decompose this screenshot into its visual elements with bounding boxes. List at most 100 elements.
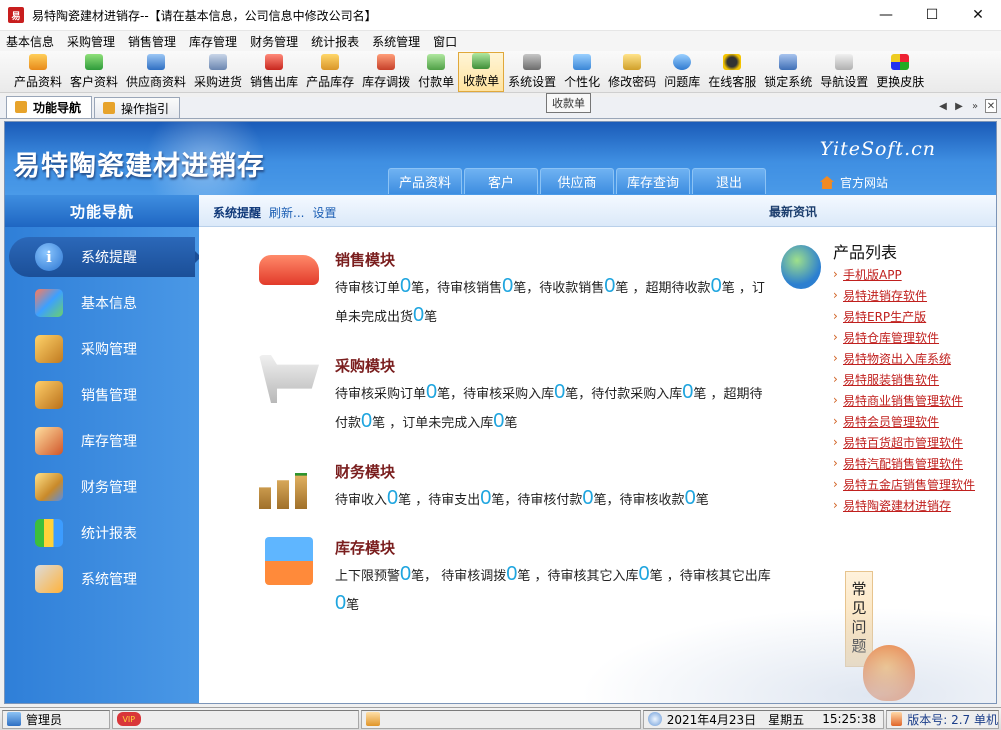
bar-chart-icon bbox=[35, 519, 63, 547]
product-link[interactable]: 易特ERP生产版 bbox=[833, 306, 975, 328]
status-vip: VIP bbox=[111, 709, 360, 729]
pending-expense-count[interactable]: 0 bbox=[480, 487, 491, 509]
inventory-module-title: 库存模块 bbox=[335, 539, 396, 557]
product-link[interactable]: 易特物资出入库系统 bbox=[833, 348, 975, 370]
pending-orders-count[interactable]: 0 bbox=[400, 275, 411, 297]
tab-scroll-right-icon[interactable]: ▶ bbox=[953, 99, 965, 113]
brand-site-name: YiteSoft.cn bbox=[819, 138, 936, 160]
sidebar-item-system[interactable]: 系统管理 bbox=[5, 559, 199, 599]
nav-settings-icon bbox=[835, 54, 854, 70]
product-link[interactable]: 易特仓库管理软件 bbox=[833, 327, 975, 349]
banner-nav-exit[interactable]: 退出 bbox=[692, 168, 766, 194]
pending-other-out-count[interactable]: 0 bbox=[335, 592, 346, 614]
pending-receipt-count[interactable]: 0 bbox=[685, 487, 696, 509]
pending-payment-count[interactable]: 0 bbox=[682, 381, 693, 403]
menu-reports[interactable]: 统计报表 bbox=[305, 33, 366, 50]
menu-basic-info[interactable]: 基本信息 bbox=[0, 33, 61, 50]
overdue-collection-count[interactable]: 0 bbox=[711, 275, 722, 297]
pending-income-count[interactable]: 0 bbox=[387, 487, 398, 509]
menu-inventory[interactable]: 库存管理 bbox=[183, 33, 244, 50]
purchase-module-summary: 待审核采购订单0笔，待审核采购入库0笔，待付款采购入库0笔 ，超期待付款0笔 ，… bbox=[335, 381, 763, 432]
official-site-link[interactable]: 官方网站 bbox=[819, 174, 888, 191]
sidebar-item-reminders[interactable]: i 系统提醒 bbox=[9, 237, 201, 277]
toolbar-transfer-button[interactable]: 库存调拨 bbox=[358, 52, 414, 92]
menu-purchase[interactable]: 采购管理 bbox=[61, 33, 122, 50]
pending-collection-count[interactable]: 0 bbox=[604, 275, 615, 297]
sidebar-item-purchase[interactable]: 采购管理 bbox=[5, 329, 199, 369]
unreceived-orders-count[interactable]: 0 bbox=[493, 410, 504, 432]
pending-other-in-count[interactable]: 0 bbox=[639, 563, 650, 585]
toolbar-nav-settings-button[interactable]: 导航设置 bbox=[816, 52, 872, 92]
toolbar-change-password-button[interactable]: 修改密码 bbox=[604, 52, 660, 92]
product-link[interactable]: 易特汽配销售管理软件 bbox=[833, 453, 975, 475]
toolbar-payment-button[interactable]: 付款单 bbox=[414, 52, 458, 92]
product-link[interactable]: 易特陶瓷建材进销存 bbox=[833, 495, 975, 517]
faq-button[interactable]: 常见问题 bbox=[845, 571, 873, 667]
toolbar-online-service-button[interactable]: 在线客服 bbox=[704, 52, 760, 92]
unshipped-orders-count[interactable]: 0 bbox=[413, 304, 424, 326]
pending-sales-count[interactable]: 0 bbox=[502, 275, 513, 297]
sales-module-summary: 待审核订单0笔，待审核销售0笔，待收款销售0笔 ，超期待收款0笔 ，订单未完成出… bbox=[335, 275, 765, 326]
overdue-payment-count[interactable]: 0 bbox=[361, 410, 372, 432]
toolbar-supplier-info-button[interactable]: 供应商资料 bbox=[122, 52, 190, 92]
banner: 易特陶瓷建材进销存 YiteSoft.cn 官方网站 产品资料 客户 供应商 库… bbox=[5, 122, 996, 195]
sidebar-item-sales[interactable]: 销售管理 bbox=[5, 375, 199, 415]
help-icon bbox=[673, 54, 692, 70]
mascot-icon[interactable] bbox=[863, 645, 915, 701]
menu-sales[interactable]: 销售管理 bbox=[122, 33, 183, 50]
toolbar-product-info-button[interactable]: 产品资料 bbox=[10, 52, 66, 92]
product-link[interactable]: 易特百货超市管理软件 bbox=[833, 432, 975, 454]
skin-icon bbox=[891, 54, 910, 70]
sidebar-item-basic-info[interactable]: 基本信息 bbox=[5, 283, 199, 323]
product-link[interactable]: 手机版APP bbox=[833, 264, 975, 286]
minimize-button[interactable]: — bbox=[863, 0, 909, 30]
version-icon bbox=[891, 712, 903, 726]
menu-system[interactable]: 系统管理 bbox=[366, 33, 427, 50]
tab-function-nav[interactable]: 功能导航 bbox=[6, 96, 93, 118]
pending-payout-count[interactable]: 0 bbox=[582, 487, 593, 509]
pending-transfer-count[interactable]: 0 bbox=[506, 563, 517, 585]
banner-nav-stock-query[interactable]: 库存查询 bbox=[616, 168, 690, 194]
close-button[interactable]: ✕ bbox=[955, 0, 1001, 30]
toolbar-system-settings-button[interactable]: 系统设置 bbox=[504, 52, 560, 92]
tab-list-icon[interactable]: » bbox=[969, 99, 981, 113]
sidebar-item-reports[interactable]: 统计报表 bbox=[5, 513, 199, 553]
toolbar-stock-button[interactable]: 产品库存 bbox=[302, 52, 358, 92]
stock-limit-warning-count[interactable]: 0 bbox=[400, 563, 411, 585]
product-link[interactable]: 易特商业销售管理软件 bbox=[833, 390, 975, 412]
sale-car-icon bbox=[259, 255, 319, 285]
toolbar-personalize-button[interactable]: 个性化 bbox=[560, 52, 604, 92]
tab-operation-guide[interactable]: 操作指引 bbox=[94, 97, 181, 118]
menu-finance[interactable]: 财务管理 bbox=[244, 33, 305, 50]
product-link[interactable]: 易特服装销售软件 bbox=[833, 369, 975, 391]
vip-icon[interactable]: VIP bbox=[116, 712, 141, 726]
tab-scroll-left-icon[interactable]: ◀ bbox=[937, 99, 949, 113]
toolbar-lock-button[interactable]: 锁定系统 bbox=[760, 52, 816, 92]
toolbar-skin-button[interactable]: 更换皮肤 bbox=[872, 52, 928, 92]
tab-close-icon[interactable]: ✕ bbox=[985, 99, 997, 113]
toolbar-customer-info-button[interactable]: 客户资料 bbox=[66, 52, 122, 92]
receipt-icon bbox=[472, 53, 491, 69]
product-link[interactable]: 易特进销存软件 bbox=[833, 285, 975, 307]
product-link[interactable]: 易特会员管理软件 bbox=[833, 411, 975, 433]
pending-purchase-in-count[interactable]: 0 bbox=[554, 381, 565, 403]
settings-link[interactable]: 设置 bbox=[312, 204, 336, 221]
banner-nav-products[interactable]: 产品资料 bbox=[388, 168, 462, 194]
pending-purchase-orders-count[interactable]: 0 bbox=[426, 381, 437, 403]
toolbar-sales-out-button[interactable]: 销售出库 bbox=[246, 52, 302, 92]
status-bar: 管理员 VIP 2021年4月23日 星期五 15:25:38 版本号: 2.7 单… bbox=[0, 707, 1001, 730]
toolbar-faq-button[interactable]: 问题库 bbox=[660, 52, 704, 92]
banner-nav-customers[interactable]: 客户 bbox=[464, 168, 538, 194]
sidebar-item-inventory[interactable]: 库存管理 bbox=[5, 421, 199, 461]
contact-icon[interactable] bbox=[366, 712, 381, 726]
banner-nav-suppliers[interactable]: 供应商 bbox=[540, 168, 614, 194]
toolbar-receipt-button[interactable]: 收款单 bbox=[458, 52, 505, 92]
status-date: 2021年4月23日 bbox=[666, 712, 757, 727]
toolbar-purchase-in-button[interactable]: 采购进货 bbox=[190, 52, 246, 92]
maximize-button[interactable]: ☐ bbox=[909, 0, 955, 30]
refresh-link[interactable]: 刷新... bbox=[269, 204, 304, 221]
sidebar-item-finance[interactable]: 财务管理 bbox=[5, 467, 199, 507]
product-list-title: 产品列表 bbox=[833, 243, 898, 262]
menu-window[interactable]: 窗口 bbox=[427, 33, 464, 50]
product-link[interactable]: 易特五金店销售管理软件 bbox=[833, 474, 975, 496]
